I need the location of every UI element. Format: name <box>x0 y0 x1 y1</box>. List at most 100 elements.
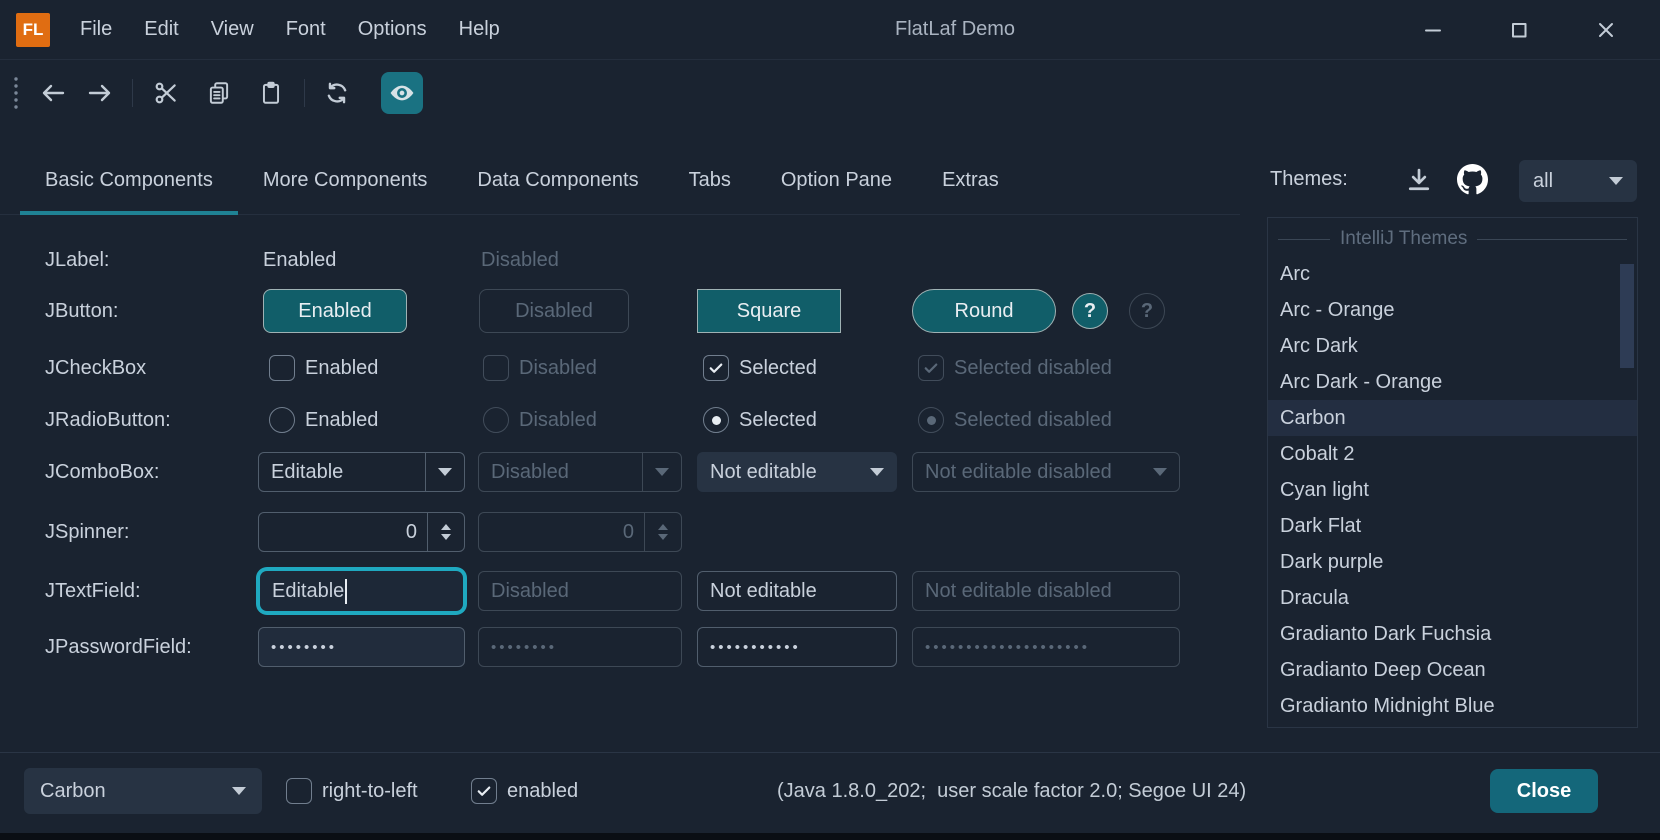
maximize-icon <box>1507 18 1531 42</box>
lookandfeel-combobox[interactable]: Carbon <box>24 768 262 814</box>
radio-enabled[interactable]: Enabled <box>269 407 378 433</box>
close-window-button[interactable] <box>1580 0 1632 59</box>
show-hover-effects-toggle[interactable] <box>381 72 423 114</box>
jlabel-enabled: Enabled <box>263 245 336 275</box>
round-button[interactable]: Round <box>912 289 1056 333</box>
tab-basic-components[interactable]: Basic Components <box>20 150 238 214</box>
paste-button[interactable] <box>251 73 291 113</box>
menu-file[interactable]: File <box>64 0 128 59</box>
cut-button[interactable] <box>146 73 186 113</box>
passwordfield-dots: •••••••••••••••••••• <box>925 639 1090 656</box>
menu-options[interactable]: Options <box>342 0 443 59</box>
download-icon <box>1405 166 1433 194</box>
square-button[interactable]: Square <box>697 289 841 333</box>
combobox-editable-value[interactable]: Editable <box>271 461 425 484</box>
spinner-enabled[interactable]: 0 <box>258 512 465 552</box>
maximize-button[interactable] <box>1493 0 1545 59</box>
checkbox-checked-icon <box>471 778 497 804</box>
jradiobutton-row: JRadioButton: Enabled Disabled Selected … <box>0 407 1660 433</box>
right-to-left-checkbox[interactable]: right-to-left <box>286 778 418 804</box>
textfield-disabled: Disabled <box>478 571 682 611</box>
copy-button[interactable] <box>199 73 239 113</box>
eye-icon <box>389 82 415 104</box>
tab-extras[interactable]: Extras <box>917 150 1024 214</box>
theme-item-gradianto-midnight-blue[interactable]: Gradianto Midnight Blue <box>1268 688 1637 724</box>
window-bottom-edge <box>0 833 1660 840</box>
menu-font[interactable]: Font <box>270 0 342 59</box>
radio-icon <box>483 407 509 433</box>
textfield-not-editable-disabled-value: Not editable disabled <box>925 580 1112 603</box>
download-theme-button[interactable] <box>1405 166 1433 194</box>
themes-filter-combobox[interactable]: all <box>1519 160 1637 202</box>
github-icon <box>1457 164 1488 195</box>
textfield-editable-value[interactable]: Editable <box>272 580 344 603</box>
cut-icon <box>153 80 179 106</box>
refresh-button[interactable] <box>317 73 357 113</box>
passwordfield-dots: ••••••••••• <box>710 639 801 656</box>
radio-selected[interactable]: Selected <box>703 407 817 433</box>
help-button[interactable]: ? <box>1072 293 1108 329</box>
close-icon <box>1594 18 1618 42</box>
forward-button[interactable] <box>80 73 120 113</box>
toolbar-separator <box>304 79 305 107</box>
close-button[interactable]: Close <box>1490 769 1598 813</box>
jtextfield-row: JTextField: Editable Disabled Not editab… <box>0 569 1660 613</box>
textfield-not-editable-disabled: Not editable disabled <box>912 571 1180 611</box>
combobox-arrow-button <box>1141 453 1179 491</box>
jpasswordfield-row-label: JPasswordField: <box>45 627 192 667</box>
passwordfield-not-editable[interactable]: ••••••••••• <box>697 627 897 667</box>
tab-option-pane[interactable]: Option Pane <box>756 150 917 214</box>
combobox-arrow-button <box>642 453 681 491</box>
jcombobox-row-label: JComboBox: <box>45 452 160 492</box>
combobox-arrow-button[interactable] <box>858 453 896 491</box>
spinner-up-icon[interactable] <box>441 524 451 530</box>
spinner-value[interactable]: 0 <box>259 521 427 544</box>
jlabel-row-label: JLabel: <box>45 245 110 275</box>
menu-help[interactable]: Help <box>443 0 516 59</box>
combobox-editable[interactable]: Editable <box>258 452 465 492</box>
jcheckbox-row: JCheckBox Enabled Disabled Selected Sele… <box>0 355 1660 381</box>
spinner-buttons[interactable] <box>427 513 464 551</box>
enabled-checkbox[interactable]: enabled <box>471 778 578 804</box>
checkbox-selected[interactable]: Selected <box>703 355 817 381</box>
passwordfield-editable[interactable]: •••••••• <box>258 627 465 667</box>
themes-filter-value: all <box>1533 170 1553 193</box>
combobox-not-editable-value: Not editable <box>710 461 858 484</box>
github-link-button[interactable] <box>1457 164 1488 195</box>
chevron-down-icon <box>232 787 246 795</box>
checkbox-enabled[interactable]: Enabled <box>269 355 378 381</box>
radio-disabled: Disabled <box>483 407 597 433</box>
passwordfield-dots: •••••••• <box>491 639 557 656</box>
tab-tabs[interactable]: Tabs <box>664 150 756 214</box>
menu-view[interactable]: View <box>195 0 270 59</box>
minimize-button[interactable] <box>1407 0 1459 59</box>
spinner-value: 0 <box>479 521 644 544</box>
toolbar-grip-icon[interactable] <box>13 76 19 110</box>
paste-icon <box>258 80 284 106</box>
enabled-button[interactable]: Enabled <box>263 289 407 333</box>
checkbox-checked-icon <box>918 355 944 381</box>
menu-edit[interactable]: Edit <box>128 0 194 59</box>
tab-data-components[interactable]: Data Components <box>452 150 663 214</box>
textfield-not-editable[interactable]: Not editable <box>697 571 897 611</box>
checkbox-selected-disabled: Selected disabled <box>918 355 1112 381</box>
spinner-down-icon <box>658 534 668 540</box>
passwordfield-not-editable-disabled: •••••••••••••••••••• <box>912 627 1180 667</box>
textfield-disabled-value: Disabled <box>491 580 569 603</box>
app-logo-text: FL <box>23 20 44 40</box>
jcheckbox-row-label: JCheckBox <box>45 355 146 381</box>
back-button[interactable] <box>33 73 73 113</box>
combobox-not-editable[interactable]: Not editable <box>697 452 897 492</box>
radio-selected-icon <box>703 407 729 433</box>
minimize-icon <box>1421 18 1445 42</box>
toolbar-separator <box>132 79 133 107</box>
right-to-left-label: right-to-left <box>322 780 418 803</box>
spinner-down-icon[interactable] <box>441 534 451 540</box>
combobox-arrow-button[interactable] <box>425 453 464 491</box>
radio-selected-icon <box>918 407 944 433</box>
passwordfield-dots[interactable]: •••••••• <box>271 639 337 656</box>
tab-more-components[interactable]: More Components <box>238 150 453 214</box>
spinner-up-icon <box>658 524 668 530</box>
checkbox-disabled: Disabled <box>483 355 597 381</box>
textfield-editable[interactable]: Editable <box>260 571 463 611</box>
